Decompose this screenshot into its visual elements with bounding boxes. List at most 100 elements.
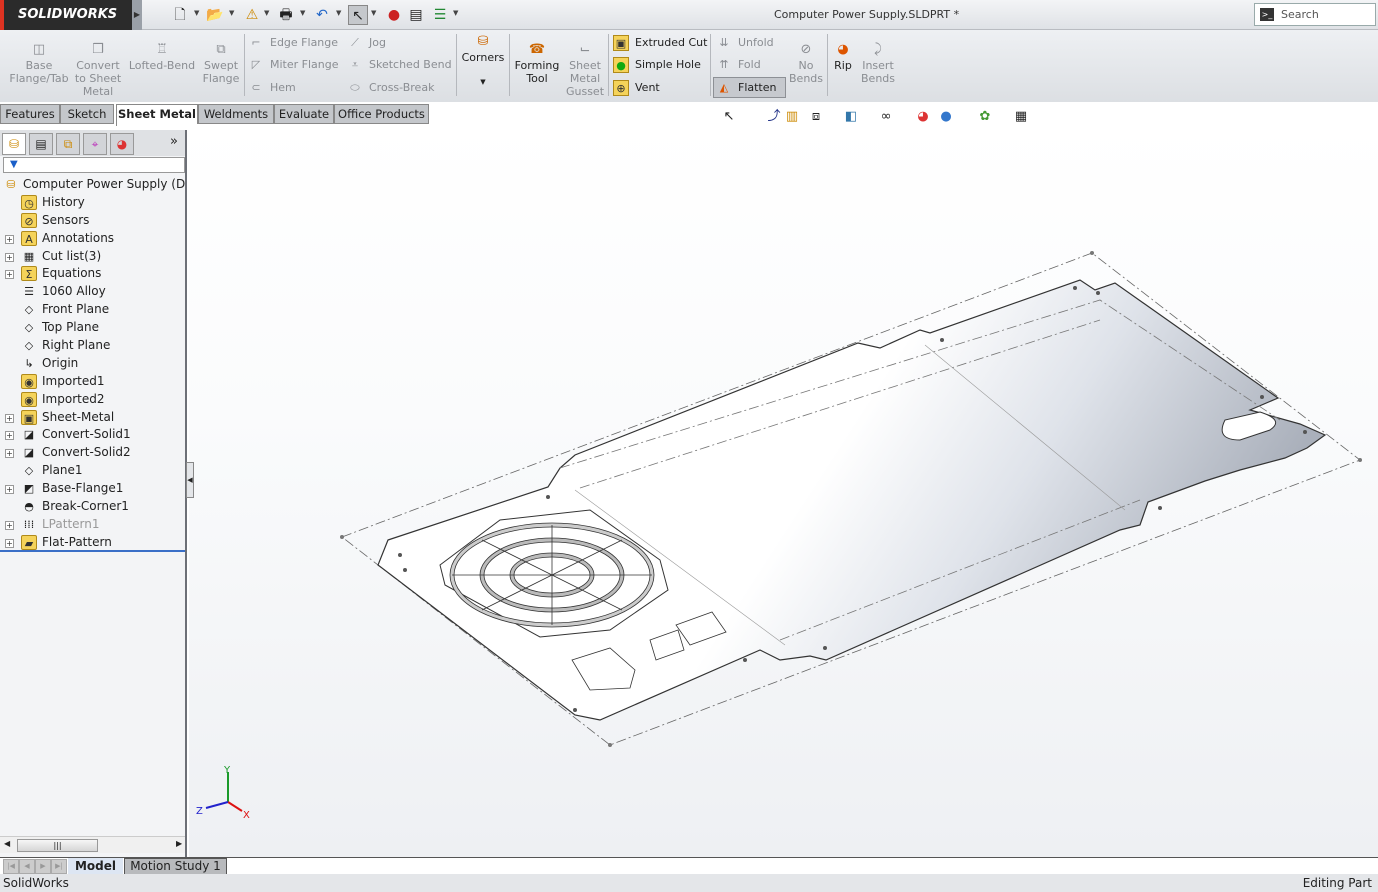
expand-icon[interactable]: + [5,270,14,280]
vent-button[interactable]: ⊕ Vent [613,79,660,97]
tree-item-front-plane[interactable]: ◇ Front Plane [0,301,185,319]
flatten-button[interactable]: ◭ Flatten [716,79,777,97]
tree-item-top-plane[interactable]: ◇ Top Plane [0,319,185,337]
tree-item-lpattern1[interactable]: + ⁞⁞⁞ LPattern1 [0,516,185,534]
edge-flange-icon: ⌐ [251,36,261,49]
miter-flange-button[interactable]: ◸ Miter Flange [248,56,339,74]
search-commands-input[interactable]: >_Search Commands [1254,3,1376,42]
open-icon[interactable]: 📂 [205,5,225,25]
expand-icon[interactable]: + [5,234,14,244]
tree-item-1060-alloy[interactable]: ☰ 1060 Alloy [0,283,185,301]
file-properties-icon[interactable]: ▤ [406,5,426,25]
forming-tool-button[interactable]: ☎ Forming Tool [512,42,562,85]
expand-icon[interactable]: + [5,538,14,548]
solidworks-logo[interactable]: SOLIDWORKS [0,0,132,30]
unfold-button[interactable]: ⇊ Unfold [716,34,773,52]
tab-sketch[interactable]: Sketch [60,104,114,124]
tab-weldments[interactable]: Weldments [198,104,274,124]
corners-button[interactable]: ⛁ Corners ▼ [460,34,506,89]
tree-root[interactable]: ⛁Computer Power Supply (Defa [0,176,185,194]
tree-item-convert-solid1[interactable]: + ◪ Convert-Solid1 [0,426,185,444]
last-tab-icon[interactable]: ▶| [51,859,67,874]
edge-flange-button[interactable]: ⌐ Edge Flange [248,34,338,52]
view-settings-icon[interactable]: ✿ [976,108,994,126]
triad-y-label: Y [223,765,231,776]
print-icon[interactable]: 🖶 [276,5,296,25]
new-icon[interactable]: 🗋 [170,5,190,25]
expand-icon[interactable]: + [5,520,14,530]
tree-item-imported1[interactable]: ◉ Imported1 [0,373,185,391]
tree-item-convert-solid2[interactable]: + ◪ Convert-Solid2 [0,444,185,462]
tree-item-origin[interactable]: ↳ Origin [0,355,185,373]
rebuild-icon[interactable]: ⚠ [242,5,262,25]
tree-item-cut-list-3[interactable]: + ▦ Cut list(3) [0,248,185,266]
expand-icon[interactable]: + [5,252,14,262]
tree-item-plane1[interactable]: ◇ Plane1 [0,462,185,480]
horizontal-scrollbar[interactable]: ◀ ||| ▶ [0,836,185,853]
tab-sheet-metal[interactable]: Sheet Metal [116,104,198,126]
panel-collapse-handle[interactable]: ◀ [186,462,194,498]
menu-expand-arrow[interactable]: ▶ [132,0,142,30]
fold-button[interactable]: ⇈ Fold [716,56,760,74]
sketched-bend-icon: ⩡ [351,58,359,71]
traffic-light-icon[interactable]: ● [384,5,404,25]
undo-icon[interactable]: ↶ [312,5,332,25]
simple-hole-button[interactable]: ● Simple Hole [613,56,701,74]
previous-view-icon[interactable]: ⤴ [765,108,783,126]
convert-to-sheet-metal-button[interactable]: ❒ Convert to Sheet Metal [72,42,124,98]
display-manager-tab-icon[interactable]: ◕ [110,133,134,155]
expand-icon[interactable]: + [5,485,14,495]
tree-item-history[interactable]: ◷ History [0,194,185,212]
tree-item-break-corner1[interactable]: ◓ Break-Corner1 [0,498,185,516]
extruded-cut-button[interactable]: ▣ Extruded Cut [613,34,707,52]
tree-item-annotations[interactable]: + A Annotations [0,230,185,248]
edit-appearance-icon[interactable]: ◕ [914,108,932,126]
display-pane-icon[interactable]: ▦ [1012,108,1030,126]
next-tab-icon[interactable]: ▶ [35,859,51,874]
hide-show-items-icon[interactable]: ∞ [877,108,895,126]
scroll-thumb[interactable]: ||| [17,839,98,852]
property-manager-tab-icon[interactable]: ▤ [29,133,53,155]
tab-office-products[interactable]: Office Products [334,104,429,124]
tree-item-sensors[interactable]: ⊘ Sensors [0,212,185,230]
no-bends-button[interactable]: ⊘ No Bends [788,42,824,85]
swept-flange-button[interactable]: ⧉ Swept Flange [200,42,242,85]
tree-item-base-flange1[interactable]: + ◩ Base-Flange1 [0,480,185,498]
tree-item-sheet-metal[interactable]: + ▣ Sheet-Metal [0,409,185,427]
feature-manager-tab-icon[interactable]: ⛁ [2,133,26,155]
hem-button[interactable]: ⊂ Hem [248,79,295,97]
rip-button[interactable]: ◕ Rip [830,42,856,72]
section-view-icon[interactable]: ▥ [783,108,801,126]
tree-filter-input[interactable]: ▼ [3,157,185,173]
tab-motion-study[interactable]: Motion Study 1 [124,858,227,875]
lofted-bend-button[interactable]: ♖ Lofted-Bend [128,42,196,72]
tree-item-right-plane[interactable]: ◇ Right Plane [0,337,185,355]
dimxpert-tab-icon[interactable]: ⌖ [83,133,107,155]
sketched-bend-button[interactable]: ⩡ Sketched Bend [347,56,452,74]
expand-icon[interactable]: + [5,449,14,459]
insert-bends-button[interactable]: ⤸ Insert Bends [858,42,898,85]
configuration-manager-tab-icon[interactable]: ⧉ [56,133,80,155]
view-orientation-icon[interactable]: ⧈ [807,108,825,126]
prev-tab-icon[interactable]: ◀ [19,859,35,874]
more-tabs-icon[interactable]: » [170,134,178,149]
tab-model[interactable]: Model [68,858,123,875]
tree-item-imported2[interactable]: ◉ Imported2 [0,391,185,409]
expand-icon[interactable]: + [5,413,14,423]
tree-item-equations[interactable]: + Σ Equations [0,265,185,283]
apply-scene-icon[interactable]: ● [937,108,955,126]
first-tab-icon[interactable]: |◀ [3,859,19,874]
jog-button[interactable]: ⟋ Jog [347,34,386,52]
cross-break-button[interactable]: ⬭ Cross-Break [347,79,434,97]
base-flange-button[interactable]: ◫ Base Flange/Tab [8,42,70,85]
expand-icon[interactable]: + [5,431,14,441]
selection-filter-icon[interactable]: ↖ [720,108,738,126]
tab-features[interactable]: Features [0,104,60,124]
sheet-metal-gusset-button[interactable]: ⌙ Sheet Metal Gusset [564,42,606,98]
select-icon[interactable]: ↖ [348,5,368,25]
tab-evaluate[interactable]: Evaluate [274,104,334,124]
tree-item-label: Imported2 [42,391,105,406]
graphics-area[interactable]: Y X Z [189,124,1378,857]
display-style-icon[interactable]: ◧ [842,108,860,126]
options-icon[interactable]: ☰ [430,5,450,25]
